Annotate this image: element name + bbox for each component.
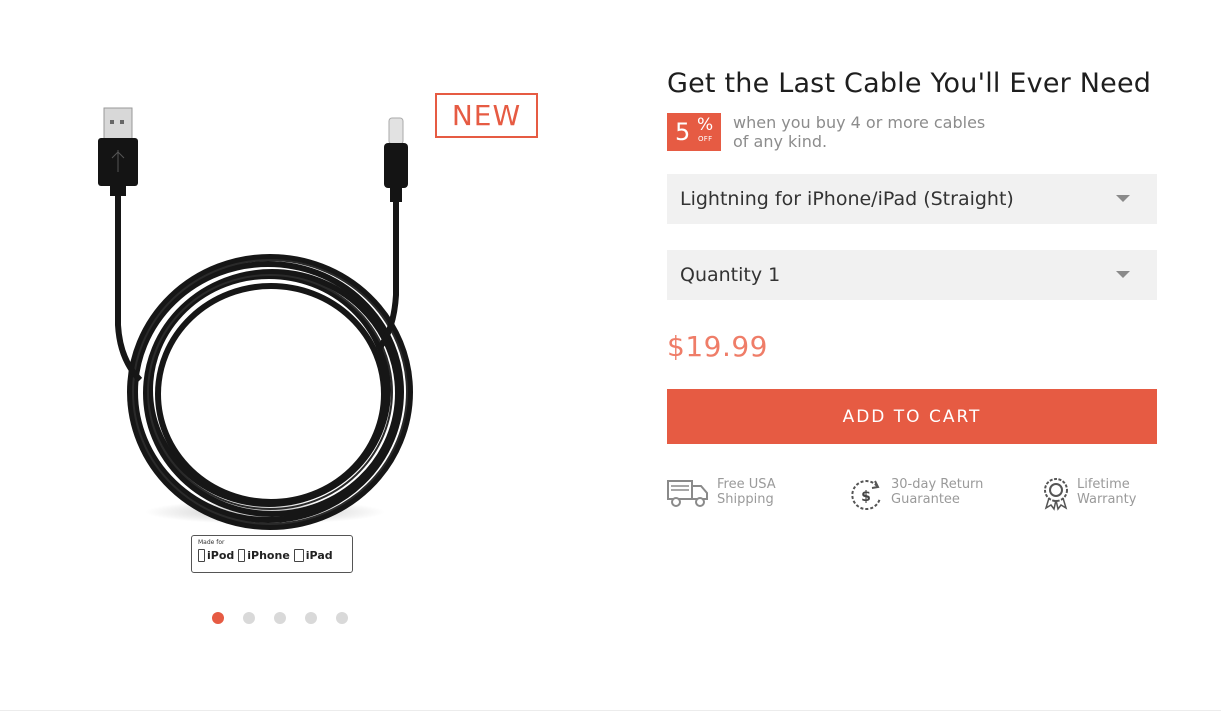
page-divider bbox=[0, 710, 1221, 711]
promo-text: when you buy 4 or more cables of any kin… bbox=[733, 113, 1033, 151]
feature-return-guarantee-text: 30-day Return Guarantee bbox=[891, 477, 983, 507]
feature-warranty-line2: Warranty bbox=[1077, 492, 1137, 507]
discount-percent-sign: % bbox=[697, 115, 714, 135]
mfi-ipad: iPad bbox=[293, 549, 333, 562]
feature-return-guarantee: $ 30-day Return Guarantee bbox=[847, 477, 983, 513]
carousel-dot-1[interactable] bbox=[212, 612, 224, 624]
carousel-dot-4[interactable] bbox=[305, 612, 317, 624]
add-to-cart-button[interactable]: ADD TO CART bbox=[667, 389, 1157, 444]
promo-text-line1: when you buy 4 or more cables bbox=[733, 113, 986, 132]
new-badge: NEW bbox=[435, 93, 538, 138]
feature-free-shipping-line1: Free USA bbox=[717, 477, 776, 492]
quantity-select[interactable]: Quantity 1 bbox=[667, 250, 1157, 300]
carousel-dot-5[interactable] bbox=[336, 612, 348, 624]
chevron-down-icon bbox=[1116, 271, 1130, 278]
discount-badge: 5 % OFF bbox=[667, 113, 721, 151]
mfi-ipad-label: iPad bbox=[305, 549, 333, 562]
product-gallery: NEW Made for iPod iPhone iPad bbox=[60, 80, 580, 640]
product-features: Free USA Shipping $ 30-day Return Guaran… bbox=[667, 477, 1157, 517]
made-for-apple-badge: Made for iPod iPhone iPad bbox=[191, 535, 353, 573]
feature-return-line1: 30-day Return bbox=[891, 477, 984, 492]
carousel-dot-3[interactable] bbox=[274, 612, 286, 624]
mfi-ipod-label: iPod bbox=[207, 549, 235, 562]
carousel-dots bbox=[212, 612, 348, 624]
discount-off-label: OFF bbox=[698, 135, 713, 143]
product-info: Get the Last Cable You'll Ever Need 5 % … bbox=[667, 60, 1157, 517]
carousel-dot-2[interactable] bbox=[243, 612, 255, 624]
feature-free-shipping: Free USA Shipping bbox=[667, 477, 776, 509]
quantity-value: Quantity 1 bbox=[680, 264, 781, 286]
product-title: Get the Last Cable You'll Ever Need bbox=[667, 68, 1152, 99]
bulk-discount-promo: 5 % OFF when you buy 4 or more cables of… bbox=[667, 113, 1157, 151]
feature-lifetime-warranty-text: Lifetime Warranty bbox=[1077, 477, 1136, 507]
return-dollar-icon: $ bbox=[851, 480, 881, 511]
feature-warranty-line1: Lifetime bbox=[1077, 477, 1130, 492]
ipod-icon bbox=[198, 549, 205, 562]
lightning-cable-image bbox=[98, 107, 413, 530]
mfi-iphone: iPhone bbox=[238, 549, 290, 562]
chevron-down-icon bbox=[1116, 195, 1130, 202]
ipad-icon bbox=[293, 549, 304, 562]
svg-text:$: $ bbox=[861, 489, 871, 505]
mfi-iphone-label: iPhone bbox=[247, 549, 290, 562]
product-price: $19.99 bbox=[667, 330, 768, 363]
iphone-icon bbox=[238, 549, 246, 562]
promo-text-line2: of any kind. bbox=[733, 132, 828, 151]
connector-type-value: Lightning for iPhone/iPad (Straight) bbox=[680, 188, 1014, 210]
connector-type-select[interactable]: Lightning for iPhone/iPad (Straight) bbox=[667, 174, 1157, 224]
warranty-seal-icon bbox=[1044, 478, 1068, 511]
discount-number: 5 bbox=[675, 118, 691, 146]
feature-lifetime-warranty: Lifetime Warranty bbox=[1041, 477, 1136, 511]
made-for-label: Made for bbox=[198, 539, 225, 546]
mfi-ipod: iPod bbox=[198, 549, 234, 562]
truck-icon bbox=[667, 480, 708, 507]
feature-free-shipping-line2: Shipping bbox=[717, 492, 774, 507]
feature-return-line2: Guarantee bbox=[891, 492, 960, 507]
feature-free-shipping-text: Free USA Shipping bbox=[717, 477, 776, 507]
